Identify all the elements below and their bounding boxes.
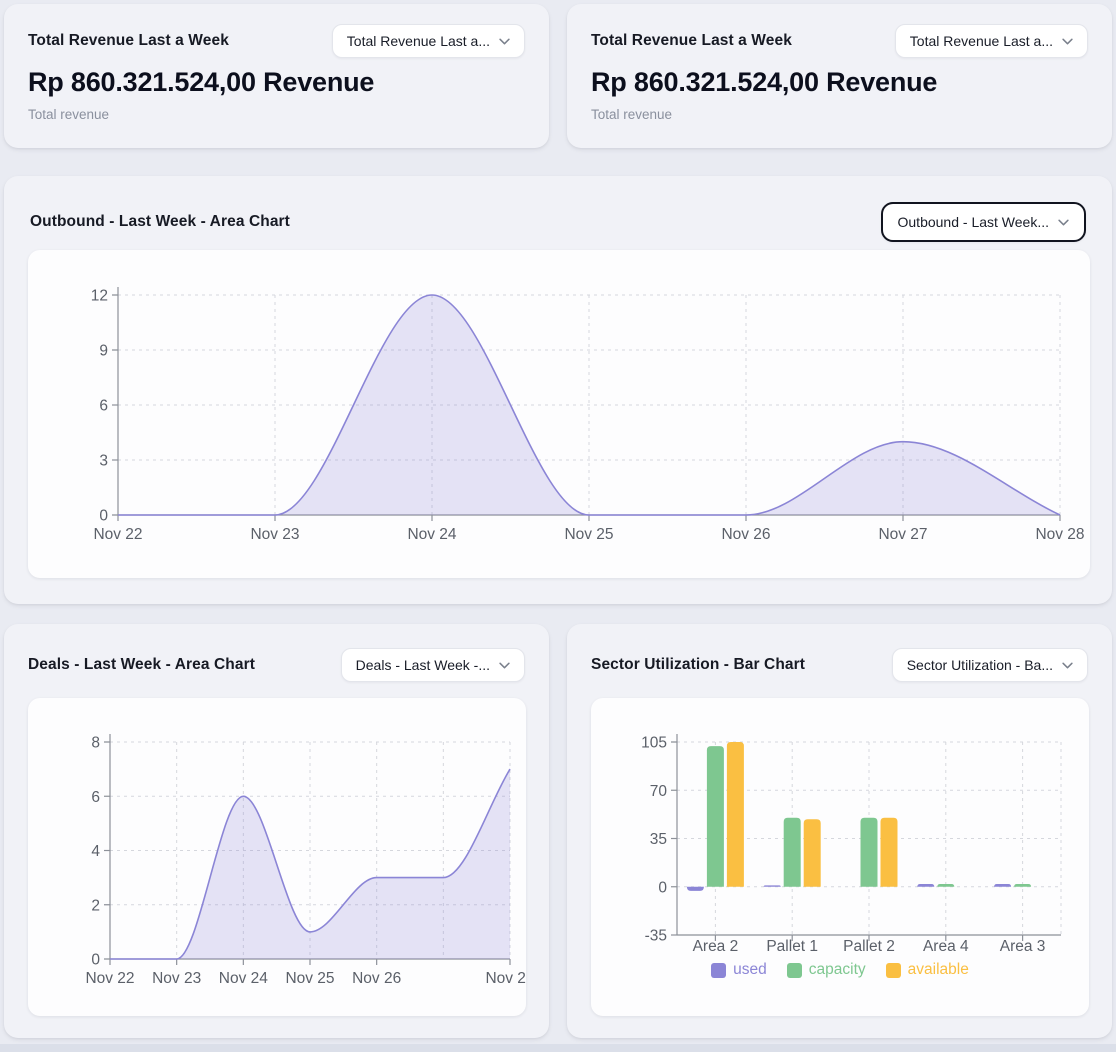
chevron-down-icon bbox=[499, 662, 510, 669]
chart-legend: used capacity available bbox=[591, 961, 1089, 979]
legend-swatch bbox=[787, 963, 802, 978]
svg-text:9: 9 bbox=[99, 343, 108, 360]
outbound-area-chart[interactable]: 0 3 6 9 12 Nov 22 Nov 23 Nov 24 Nov 25 Nov 26 Nov … bbox=[28, 250, 1090, 578]
deals-widget-dropdown[interactable]: Deals - Last Week -... bbox=[341, 648, 525, 682]
chevron-down-icon bbox=[499, 38, 510, 45]
revenue-amount: Rp 860.321.524,00 Revenue bbox=[591, 67, 1088, 98]
warehouse-dashboard: Total Revenue Last a Week Total Revenue … bbox=[0, 0, 1116, 1052]
svg-text:Nov 24: Nov 24 bbox=[219, 970, 268, 987]
svg-text:Nov 26: Nov 26 bbox=[721, 526, 770, 543]
svg-text:6: 6 bbox=[91, 789, 100, 806]
svg-text:-35: -35 bbox=[645, 928, 667, 945]
legend-item-available[interactable]: available bbox=[886, 961, 969, 979]
dropdown-selected-value: Outbound - Last Week... bbox=[898, 214, 1050, 230]
outbound-chart-card: Outbound - Last Week - Area Chart Outbou… bbox=[4, 176, 1112, 604]
chevron-down-icon bbox=[1058, 219, 1069, 226]
legend-label: used bbox=[733, 961, 767, 979]
legend-label: capacity bbox=[809, 961, 866, 979]
svg-text:Nov 23: Nov 23 bbox=[250, 526, 299, 543]
deals-chart-title: Deals - Last Week - Area Chart bbox=[28, 656, 255, 674]
revenue-amount: Rp 860.321.524,00 Revenue bbox=[28, 67, 525, 98]
svg-text:Nov 26: Nov 26 bbox=[352, 970, 401, 987]
revenue-card-right: Total Revenue Last a Week Total Revenue … bbox=[567, 4, 1112, 148]
svg-text:Nov 27: Nov 27 bbox=[878, 526, 927, 543]
dropdown-selected-value: Sector Utilization - Ba... bbox=[907, 657, 1053, 673]
svg-text:0: 0 bbox=[658, 879, 667, 896]
svg-text:Nov 22: Nov 22 bbox=[93, 526, 142, 543]
svg-text:Pallet 2: Pallet 2 bbox=[843, 938, 895, 955]
dropdown-selected-value: Deals - Last Week -... bbox=[356, 657, 490, 673]
legend-item-used[interactable]: used bbox=[711, 961, 767, 979]
legend-label: available bbox=[908, 961, 969, 979]
svg-text:2: 2 bbox=[91, 897, 100, 914]
revenue-caption: Total revenue bbox=[28, 107, 525, 122]
svg-text:Nov 28: Nov 28 bbox=[1035, 526, 1084, 543]
legend-item-capacity[interactable]: capacity bbox=[787, 961, 866, 979]
svg-text:Nov 25: Nov 25 bbox=[564, 526, 613, 543]
bottom-strip bbox=[0, 1044, 1116, 1052]
svg-text:0: 0 bbox=[99, 508, 108, 525]
outbound-chart-panel: 0 3 6 9 12 Nov 22 Nov 23 Nov 24 Nov 25 Nov 26 Nov … bbox=[28, 250, 1090, 578]
deals-chart-panel: 0 2 4 6 8 Nov 22 Nov 23 Nov 24 Nov 25 Nov 26 Nov 2… bbox=[28, 698, 526, 1016]
card-title: Total Revenue Last a Week bbox=[28, 32, 229, 50]
legend-swatch bbox=[711, 963, 726, 978]
sector-chart-card: Sector Utilization - Bar Chart Sector Ut… bbox=[567, 624, 1112, 1038]
revenue-widget-dropdown-left[interactable]: Total Revenue Last a... bbox=[332, 24, 525, 58]
svg-text:70: 70 bbox=[650, 783, 668, 800]
svg-text:0: 0 bbox=[91, 952, 100, 969]
revenue-caption: Total revenue bbox=[591, 107, 1088, 122]
chevron-down-icon bbox=[1062, 662, 1073, 669]
svg-text:3: 3 bbox=[99, 453, 108, 470]
svg-text:105: 105 bbox=[641, 735, 667, 752]
svg-text:12: 12 bbox=[91, 288, 108, 305]
svg-text:Area 3: Area 3 bbox=[1000, 938, 1046, 955]
svg-text:Nov 23: Nov 23 bbox=[152, 970, 201, 987]
svg-text:Area 4: Area 4 bbox=[923, 938, 969, 955]
dropdown-selected-value: Total Revenue Last a... bbox=[910, 33, 1053, 49]
deals-chart-card: Deals - Last Week - Area Chart Deals - L… bbox=[4, 624, 549, 1038]
legend-swatch bbox=[886, 963, 901, 978]
svg-text:6: 6 bbox=[99, 398, 108, 415]
bottom-charts-row: Deals - Last Week - Area Chart Deals - L… bbox=[4, 624, 1112, 1038]
svg-text:Pallet 1: Pallet 1 bbox=[766, 938, 818, 955]
svg-text:Nov 28: Nov 28 bbox=[485, 970, 526, 987]
outbound-widget-dropdown[interactable]: Outbound - Last Week... bbox=[881, 202, 1087, 242]
sector-chart-title: Sector Utilization - Bar Chart bbox=[591, 656, 805, 674]
stats-row: Total Revenue Last a Week Total Revenue … bbox=[4, 4, 1112, 148]
card-title: Total Revenue Last a Week bbox=[591, 32, 792, 50]
sector-utilization-bar-chart[interactable]: -35 0 35 70 105 Area 2 Pallet 1 Pallet 2 Area 4 A… bbox=[591, 698, 1089, 956]
sector-widget-dropdown[interactable]: Sector Utilization - Ba... bbox=[892, 648, 1088, 682]
revenue-widget-dropdown-right[interactable]: Total Revenue Last a... bbox=[895, 24, 1088, 58]
svg-text:8: 8 bbox=[91, 735, 100, 752]
deals-area-chart[interactable]: 0 2 4 6 8 Nov 22 Nov 23 Nov 24 Nov 25 Nov 26 Nov 2… bbox=[28, 698, 526, 1016]
svg-text:Nov 24: Nov 24 bbox=[407, 526, 456, 543]
svg-text:Nov 22: Nov 22 bbox=[85, 970, 134, 987]
dropdown-selected-value: Total Revenue Last a... bbox=[347, 33, 490, 49]
outbound-chart-title: Outbound - Last Week - Area Chart bbox=[30, 213, 290, 231]
chevron-down-icon bbox=[1062, 38, 1073, 45]
svg-text:4: 4 bbox=[91, 843, 100, 860]
revenue-card-left: Total Revenue Last a Week Total Revenue … bbox=[4, 4, 549, 148]
svg-text:Area 2: Area 2 bbox=[693, 938, 739, 955]
sector-chart-panel: -35 0 35 70 105 Area 2 Pallet 1 Pallet 2 Area 4 A… bbox=[591, 698, 1089, 1016]
svg-text:35: 35 bbox=[650, 831, 667, 848]
svg-text:Nov 25: Nov 25 bbox=[285, 970, 334, 987]
